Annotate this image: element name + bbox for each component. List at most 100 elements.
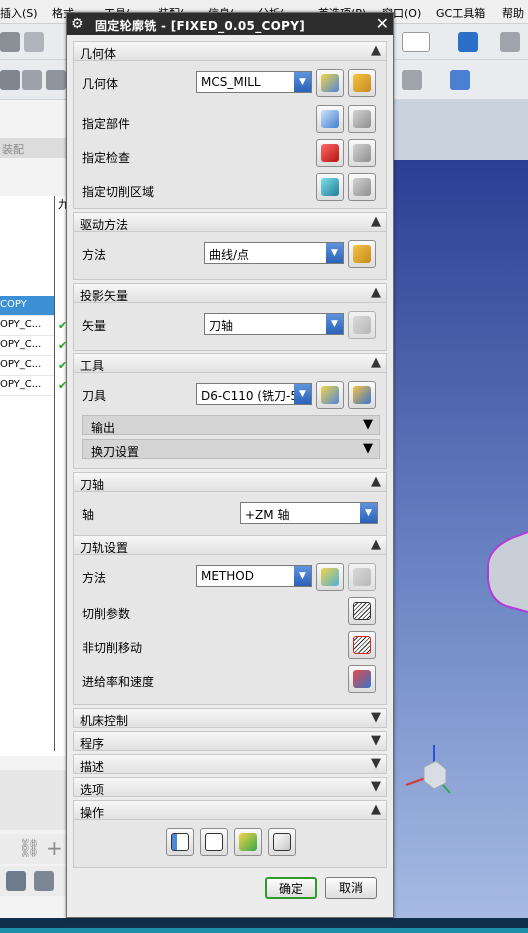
new-method-button[interactable] bbox=[316, 563, 344, 591]
tool-dropdown[interactable]: D6-C110 (铣刀-5 ▼ bbox=[196, 383, 312, 405]
chevron-down-icon[interactable]: ▼ bbox=[371, 779, 381, 794]
cancel-button[interactable]: 取消 bbox=[325, 877, 377, 899]
section-drive-header[interactable]: 驱动方法 ▲ bbox=[73, 212, 387, 232]
section-options-header[interactable]: 选项 ▼ bbox=[73, 777, 387, 797]
chevron-up-icon[interactable]: ▲ bbox=[371, 43, 381, 58]
select-part-button[interactable] bbox=[316, 105, 344, 133]
gear-icon[interactable]: ⚙ bbox=[71, 16, 84, 32]
axis-dropdown[interactable]: +ZM 轴 ▼ bbox=[240, 502, 378, 524]
non-cut-button[interactable] bbox=[348, 631, 376, 659]
toolbar-icon[interactable] bbox=[22, 70, 42, 90]
list-button[interactable] bbox=[268, 828, 296, 856]
toolbar-icon[interactable] bbox=[402, 70, 422, 90]
chevron-up-icon[interactable]: ▲ bbox=[371, 285, 381, 300]
tool-label: 刀具 bbox=[82, 389, 107, 403]
section-tool-axis-header[interactable]: 刀轴 ▲ bbox=[73, 472, 387, 492]
chevron-down-icon[interactable]: ▼ bbox=[363, 441, 373, 456]
feeds-icon bbox=[353, 670, 371, 688]
vector-dropdown[interactable]: 刀轴 ▼ bbox=[204, 313, 344, 335]
replay-button[interactable] bbox=[200, 828, 228, 856]
section-title: 描述 bbox=[80, 760, 105, 774]
select-check-button[interactable] bbox=[316, 139, 344, 167]
chevron-down-icon[interactable]: ▼ bbox=[371, 710, 381, 725]
chevron-up-icon[interactable]: ▲ bbox=[371, 355, 381, 370]
chevron-down-icon[interactable]: ▼ bbox=[363, 417, 373, 432]
tool-icon[interactable] bbox=[0, 32, 20, 52]
graphics-viewport[interactable] bbox=[394, 160, 528, 930]
section-machine-header[interactable]: 机床控制 ▼ bbox=[73, 708, 387, 728]
flashlight-icon bbox=[353, 144, 371, 162]
section-projection-header[interactable]: 投影矢量 ▲ bbox=[73, 283, 387, 303]
section-actions-header[interactable]: 操作 ▲ bbox=[73, 800, 387, 820]
plus-icon[interactable]: + bbox=[46, 836, 63, 860]
cut-params-button[interactable] bbox=[348, 597, 376, 625]
report-icon[interactable] bbox=[450, 70, 470, 90]
select-geometry-button[interactable] bbox=[316, 69, 344, 97]
menu-help[interactable]: 帮助 bbox=[502, 5, 524, 21]
section-title: 工具 bbox=[80, 359, 105, 373]
chevron-up-icon[interactable]: ▲ bbox=[371, 802, 381, 817]
ok-button[interactable]: 确定 bbox=[265, 877, 317, 899]
drive-method-dropdown[interactable]: 曲线/点 ▼ bbox=[204, 242, 344, 264]
flashlight-icon bbox=[353, 178, 371, 196]
section-projection-body: 矢量 刀轴 ▼ bbox=[73, 303, 387, 351]
edit-tool-button[interactable] bbox=[348, 381, 376, 409]
new-tool-button[interactable] bbox=[316, 381, 344, 409]
close-icon[interactable]: ✕ bbox=[376, 14, 389, 33]
tree-row[interactable]: OPY_C... bbox=[0, 376, 54, 396]
display-check-button[interactable] bbox=[348, 139, 376, 167]
edit-vector-button[interactable] bbox=[348, 311, 376, 339]
display-part-button[interactable] bbox=[348, 105, 376, 133]
flashlight-icon bbox=[353, 110, 371, 128]
link-icon[interactable]: ⛓ bbox=[18, 838, 41, 859]
section-path-header[interactable]: 刀轨设置 ▲ bbox=[73, 535, 387, 555]
new-method-icon bbox=[321, 568, 339, 586]
toolbar-icon[interactable] bbox=[34, 871, 54, 891]
feeds-button[interactable] bbox=[348, 665, 376, 693]
chevron-up-icon[interactable]: ▲ bbox=[371, 537, 381, 552]
path-method-dropdown[interactable]: METHOD ▼ bbox=[196, 565, 312, 587]
tool-change-subsection[interactable]: 换刀设置 ▼ bbox=[82, 439, 380, 459]
view-icon[interactable] bbox=[500, 32, 520, 52]
drive-method-value: 曲线/点 bbox=[209, 248, 250, 262]
display-cut-area-button[interactable] bbox=[348, 173, 376, 201]
toolbar-icon[interactable] bbox=[0, 70, 20, 90]
menu-gc-toolbox[interactable]: GC工具箱 bbox=[436, 5, 485, 21]
tree-row[interactable]: OPY_C... bbox=[0, 356, 54, 376]
wrench-icon bbox=[353, 245, 371, 263]
geometry-dropdown[interactable]: MCS_MILL ▼ bbox=[196, 71, 312, 93]
verify-button[interactable] bbox=[234, 828, 262, 856]
search-icon[interactable] bbox=[402, 32, 430, 52]
scissors-icon[interactable] bbox=[24, 32, 44, 52]
chevron-down-icon[interactable]: ▼ bbox=[371, 756, 381, 771]
section-geometry-header[interactable]: 几何体 ▲ bbox=[73, 41, 387, 61]
tool-change-label: 换刀设置 bbox=[91, 445, 140, 459]
select-cut-area-button[interactable] bbox=[316, 173, 344, 201]
section-geometry-body: 几何体 MCS_MILL ▼ 指定部件 指定检查 指定切削区域 bbox=[73, 61, 387, 209]
non-cut-icon bbox=[353, 636, 371, 654]
geometry-icon bbox=[321, 74, 339, 92]
edit-method-button[interactable] bbox=[348, 563, 376, 591]
section-tool-axis-body: 轴 +ZM 轴 ▼ bbox=[73, 492, 387, 536]
edit-geometry-button[interactable] bbox=[348, 69, 376, 97]
toolbar-icon[interactable] bbox=[46, 70, 66, 90]
chevron-up-icon[interactable]: ▲ bbox=[371, 214, 381, 229]
section-program-header[interactable]: 程序 ▼ bbox=[73, 731, 387, 751]
section-description-header[interactable]: 描述 ▼ bbox=[73, 754, 387, 774]
output-subsection[interactable]: 输出 ▼ bbox=[82, 415, 380, 435]
path-method-label: 方法 bbox=[82, 571, 107, 585]
chevron-down-icon[interactable]: ▼ bbox=[371, 733, 381, 748]
fit-view-icon[interactable] bbox=[458, 32, 478, 52]
section-actions-body bbox=[73, 820, 387, 868]
tree-row[interactable]: COPY bbox=[0, 296, 54, 316]
generate-button[interactable] bbox=[166, 828, 194, 856]
edit-drive-button[interactable] bbox=[348, 240, 376, 268]
tree-row[interactable]: OPY_C... bbox=[0, 316, 54, 336]
chevron-up-icon[interactable]: ▲ bbox=[371, 474, 381, 489]
bottom-toolbar: ⛓ + bbox=[0, 834, 66, 864]
menu-insert[interactable]: 插入(S) bbox=[0, 5, 38, 21]
section-tool-header[interactable]: 工具 ▲ bbox=[73, 353, 387, 373]
toolbar-icon[interactable] bbox=[6, 871, 26, 891]
tree-row[interactable]: OPY_C... bbox=[0, 336, 54, 356]
dialog-titlebar[interactable]: ⚙ 固定轮廓铣 - [FIXED_0.05_COPY] ✕ bbox=[67, 13, 393, 35]
